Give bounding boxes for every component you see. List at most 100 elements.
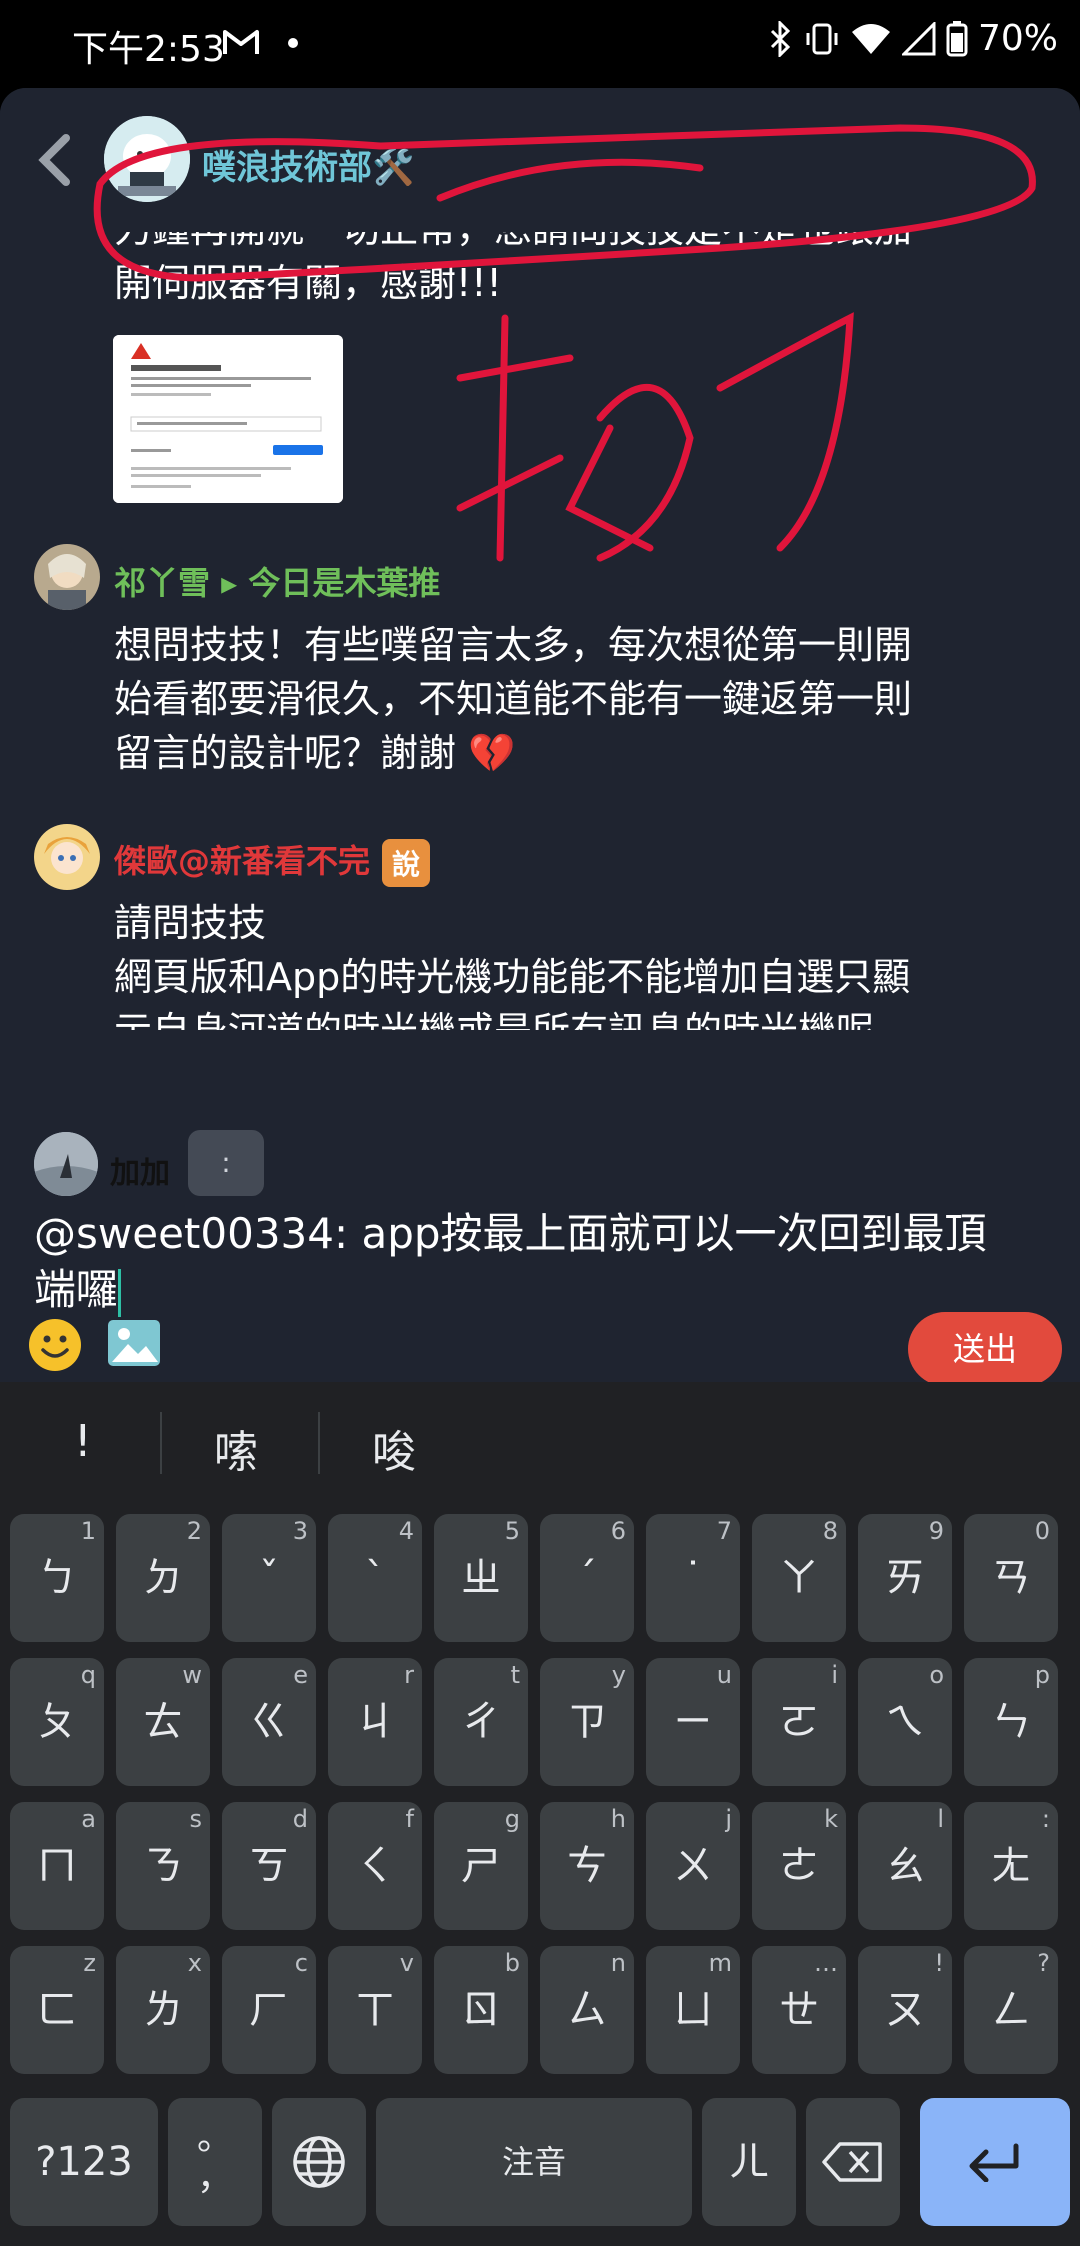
key-label: ㄞ bbox=[885, 1555, 925, 1601]
key-hint: h bbox=[610, 1805, 626, 1833]
key-9[interactable]: ㄞ9 bbox=[858, 1514, 952, 1642]
key-hint: a bbox=[81, 1805, 96, 1833]
key-label: ㄓ bbox=[461, 1555, 501, 1601]
key-s[interactable]: ㄋs bbox=[116, 1802, 210, 1930]
key-2[interactable]: ㄉ2 bbox=[116, 1514, 210, 1642]
image-attachment[interactable] bbox=[113, 335, 343, 503]
key-hint: t bbox=[510, 1661, 520, 1689]
key-z[interactable]: ㄈz bbox=[10, 1946, 104, 2074]
backspace-key[interactable] bbox=[806, 2098, 900, 2226]
reply-input-line-text: 端囉 bbox=[34, 1265, 119, 1314]
key-u[interactable]: ㄧu bbox=[646, 1658, 740, 1786]
symbols-key[interactable]: ?123 bbox=[10, 2098, 158, 2226]
key-f[interactable]: ㄑf bbox=[328, 1802, 422, 1930]
suggestion-2[interactable]: 嗦 bbox=[214, 1416, 258, 1480]
comment-line: 始看都要滑很久，不知道能不能有一鍵返第一則 bbox=[114, 677, 913, 721]
commenter-name[interactable]: 祁丫雪 ▸ 今日是木葉推 bbox=[114, 558, 440, 604]
key-hint: n bbox=[610, 1949, 626, 1977]
key-o[interactable]: ㄟo bbox=[858, 1658, 952, 1786]
key-6[interactable]: ˊ6 bbox=[540, 1514, 634, 1642]
vibrate-icon bbox=[806, 23, 838, 54]
key-hint: i bbox=[831, 1661, 838, 1689]
key-0[interactable]: ㄢ0 bbox=[964, 1514, 1058, 1642]
key-hint: r bbox=[404, 1661, 414, 1689]
key-b[interactable]: ㄖb bbox=[434, 1946, 528, 2074]
key-a[interactable]: ㄇa bbox=[10, 1802, 104, 1930]
plurk-owner-name[interactable]: 噗浪技術部🛠️ bbox=[202, 140, 414, 189]
commenter-name[interactable]: 傑歐@新番看不完說 bbox=[114, 836, 431, 887]
key-j[interactable]: ㄨj bbox=[646, 1802, 740, 1930]
key-label: ㄔ bbox=[461, 1699, 501, 1745]
plurk-sheet: 力鐘再開就一切正常，想請問技技是不是也跟加 開伺服器有關，感謝!!! 祁丫雪 ▸… bbox=[0, 88, 1080, 1382]
key-r[interactable]: ㄐr bbox=[328, 1658, 422, 1786]
owner-avatar[interactable] bbox=[104, 116, 190, 202]
key-label: ㄖ bbox=[461, 1987, 501, 2033]
back-chevron-icon[interactable] bbox=[34, 132, 76, 188]
plurk-header: 噗浪技術部🛠️ bbox=[0, 88, 1080, 232]
key-hint: o bbox=[929, 1661, 944, 1689]
suggestion-3[interactable]: 唆 bbox=[372, 1416, 416, 1480]
punctuation-key[interactable]: 。， bbox=[168, 2098, 262, 2226]
image-upload-icon[interactable] bbox=[106, 1318, 162, 1368]
key-q[interactable]: ㄆq bbox=[10, 1658, 104, 1786]
key-x[interactable]: ㄌx bbox=[116, 1946, 210, 2074]
key-:[interactable]: ㄤ: bbox=[964, 1802, 1058, 1930]
key-c[interactable]: ㄏc bbox=[222, 1946, 316, 2074]
key-p[interactable]: ㄣp bbox=[964, 1658, 1058, 1786]
key-n[interactable]: ㄙn bbox=[540, 1946, 634, 2074]
key-label: ˊ bbox=[577, 1555, 597, 1601]
send-button[interactable]: 送出 bbox=[908, 1312, 1062, 1382]
commenter-name-text: 傑歐@新番看不完 bbox=[114, 842, 371, 880]
key-label: ㄤ bbox=[991, 1843, 1031, 1889]
globe-icon bbox=[293, 2136, 345, 2188]
reply-input[interactable]: @sweet00334: app按最上面就可以一次回到最頂 端囉 bbox=[34, 1206, 1044, 1318]
key-5[interactable]: ㄓ5 bbox=[434, 1514, 528, 1642]
key-g[interactable]: ㄕg bbox=[434, 1802, 528, 1930]
key-m[interactable]: ㄩm bbox=[646, 1946, 740, 2074]
comment-line: 網頁版和App的時光機功能能不能增加自選只顯 bbox=[114, 955, 911, 999]
key-1[interactable]: ㄅ1 bbox=[10, 1514, 104, 1642]
key-label: ㄋ bbox=[143, 1843, 183, 1889]
er-key[interactable]: ㄦ bbox=[702, 2098, 796, 2226]
qualifier-selector[interactable]: : bbox=[188, 1130, 264, 1196]
key-h[interactable]: ㄘh bbox=[540, 1802, 634, 1930]
key-t[interactable]: ㄔt bbox=[434, 1658, 528, 1786]
key-?[interactable]: ㄥ? bbox=[964, 1946, 1058, 2074]
key-row-bottom: ?123 。， 注音 ㄦ bbox=[0, 2098, 1080, 2226]
enter-key[interactable] bbox=[920, 2098, 1070, 2226]
key-![interactable]: ㄡ! bbox=[858, 1946, 952, 2074]
key-y[interactable]: ㄗy bbox=[540, 1658, 634, 1786]
key-hint: j bbox=[725, 1805, 732, 1833]
key-7[interactable]: ˙ 7 bbox=[646, 1514, 740, 1642]
reply-input-line: @sweet00334: app按最上面就可以一次回到最頂 bbox=[34, 1209, 987, 1258]
key-8[interactable]: ㄚ8 bbox=[752, 1514, 846, 1642]
key-e[interactable]: ㄍe bbox=[222, 1658, 316, 1786]
my-avatar[interactable] bbox=[34, 1132, 98, 1196]
key-hint: e bbox=[293, 1661, 308, 1689]
language-key[interactable] bbox=[272, 2098, 366, 2226]
suggestion-1[interactable]: ! bbox=[74, 1416, 92, 1467]
key-…[interactable]: ㄝ… bbox=[752, 1946, 846, 2074]
key-label: ㄙ bbox=[567, 1987, 607, 2033]
key-hint: y bbox=[611, 1661, 626, 1689]
gmail-icon bbox=[223, 30, 259, 54]
key-i[interactable]: ㄛi bbox=[752, 1658, 846, 1786]
key-label: ㄑ bbox=[355, 1843, 395, 1889]
emoji-icon[interactable] bbox=[28, 1318, 82, 1372]
key-4[interactable]: ˋ4 bbox=[328, 1514, 422, 1642]
key-label: ˋ bbox=[365, 1555, 385, 1601]
key-w[interactable]: ㄊw bbox=[116, 1658, 210, 1786]
key-v[interactable]: ㄒv bbox=[328, 1946, 422, 2074]
key-l[interactable]: ㄠl bbox=[858, 1802, 952, 1930]
key-hint: ? bbox=[1037, 1949, 1050, 1977]
comment-line: 請問技技 bbox=[114, 901, 267, 945]
avatar[interactable] bbox=[34, 824, 100, 890]
key-d[interactable]: ㄎd bbox=[222, 1802, 316, 1930]
key-hint: 3 bbox=[292, 1517, 308, 1545]
avatar[interactable] bbox=[34, 544, 100, 610]
space-key[interactable]: 注音 bbox=[376, 2098, 692, 2226]
key-hint: 5 bbox=[504, 1517, 520, 1545]
my-name: 加加 bbox=[110, 1156, 170, 1191]
key-3[interactable]: ˇ3 bbox=[222, 1514, 316, 1642]
key-k[interactable]: ㄜk bbox=[752, 1802, 846, 1930]
